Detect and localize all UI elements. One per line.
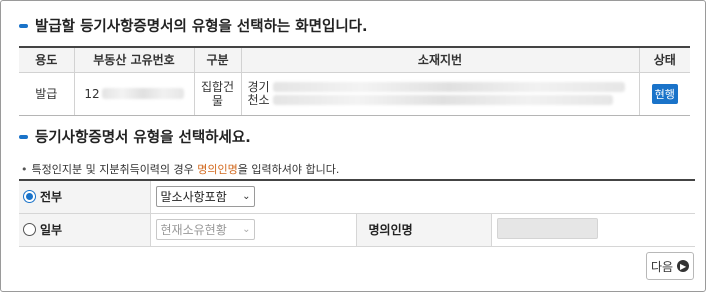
notice-bullet: • [21, 163, 28, 176]
partial-option-select[interactable]: 현재소유현황 ⌄ [155, 219, 255, 240]
main-title-text: 발급할 등기사항증명서의 유형을 선택하는 화면입니다. [35, 19, 368, 35]
name-field-cell [491, 213, 696, 247]
col-type: 구분 [193, 46, 242, 73]
radio-checked-icon [23, 189, 36, 203]
dialog-frame: 발급할 등기사항증명서의 유형을 선택하는 화면입니다. 용도 부동산 고유번호… [0, 0, 706, 292]
property-info-table: 용도 부동산 고유번호 구분 소재지번 상태 발급 12 집합건 물 경기 천소… [19, 46, 690, 116]
reg-number-prefix: 12 [84, 86, 100, 101]
name-label-cell: 명의인명 [355, 213, 492, 247]
next-button-label: 다음 [650, 259, 674, 274]
chevron-down-icon: ⌄ [242, 191, 251, 203]
type-line2: 물 [211, 93, 224, 108]
location-line1-prefix: 경기 [247, 79, 270, 94]
holder-name-input[interactable] [496, 217, 598, 239]
partial-option-field: 현재소유현황 ⌄ [150, 213, 356, 247]
notice-text: • 특정인지분 및 지분취득이력의 경우 명의인명을 입력하셔야 합니다. [21, 161, 339, 177]
location-line2-prefix: 천소 [247, 92, 270, 107]
reg-number-cell: 12 [73, 71, 195, 116]
title-bullet-icon [19, 134, 28, 139]
notice-text-before: 특정인지분 및 지분취득이력의 경우 [31, 163, 198, 176]
all-option-select-value: 말소사항포함 [160, 190, 227, 205]
chevron-down-icon: ⌄ [242, 224, 251, 235]
form-row-all: 전부 말소사항포함 ⌄ [19, 179, 696, 214]
type-cell: 집합건 물 [193, 71, 242, 116]
status-badge: 현행 [651, 83, 678, 104]
select-title-text: 등기사항증명서 유형을 선택하세요. [35, 130, 251, 146]
redacted-reg-number [101, 88, 184, 99]
all-option-label-cell: 전부 [19, 179, 151, 214]
main-title: 발급할 등기사항증명서의 유형을 선택하는 화면입니다. [19, 15, 368, 36]
redacted-location-line1 [272, 82, 625, 92]
arrow-right-icon: ▶ [677, 260, 690, 272]
all-radio[interactable]: 전부 [23, 188, 62, 205]
redacted-location-line2 [272, 95, 613, 105]
select-title: 등기사항증명서 유형을 선택하세요. [19, 126, 251, 147]
partial-radio[interactable]: 일부 [23, 221, 62, 238]
status-cell: 현행 [638, 71, 690, 116]
partial-radio-label: 일부 [40, 222, 63, 237]
type-line1: 집합건 [200, 79, 235, 94]
all-radio-label: 전부 [40, 189, 63, 204]
radio-unchecked-icon [23, 222, 36, 236]
notice-text-after: 을 입력하셔야 합니다. [237, 163, 340, 176]
all-option-field: 말소사항포함 ⌄ [150, 179, 696, 214]
notice-highlight: 명의인명 [197, 163, 238, 176]
purpose-cell: 발급 [19, 71, 75, 116]
certificate-type-form: 전부 말소사항포함 ⌄ 일부 현재소유현황 ⌄ 명의인명 [19, 179, 696, 247]
all-option-select[interactable]: 말소사항포함 ⌄ [155, 186, 255, 208]
form-row-partial: 일부 현재소유현황 ⌄ 명의인명 [19, 213, 696, 247]
table-row: 발급 12 집합건 물 경기 천소 현행 [19, 71, 690, 116]
location-cell: 경기 천소 [240, 71, 640, 116]
col-status: 상태 [638, 46, 690, 73]
table-header-row: 용도 부동산 고유번호 구분 소재지번 상태 [19, 46, 690, 73]
partial-option-label-cell: 일부 [19, 213, 151, 247]
next-button[interactable]: 다음 ▶ [646, 252, 694, 280]
col-location: 소재지번 [240, 46, 640, 73]
partial-option-select-value: 현재소유현황 [160, 223, 227, 237]
title-bullet-icon [19, 23, 28, 28]
col-purpose: 용도 [19, 46, 75, 73]
col-reg-number: 부동산 고유번호 [73, 46, 195, 73]
